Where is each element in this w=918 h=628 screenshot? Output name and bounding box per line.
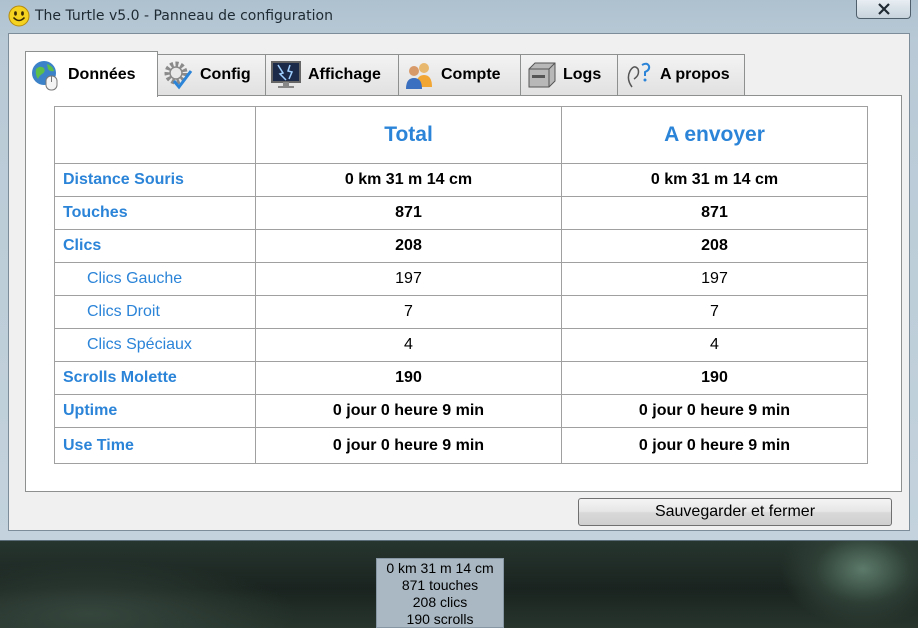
- window-title: The Turtle v5.0 - Panneau de configurati…: [35, 8, 333, 24]
- tab-label: Données: [68, 65, 136, 83]
- value-total: 7: [255, 295, 562, 329]
- table-row: Clics Droit 7 7: [54, 295, 868, 329]
- row-label: Clics Droit: [54, 295, 256, 329]
- close-button[interactable]: [856, 0, 911, 19]
- tab-label: Logs: [563, 66, 602, 83]
- tooltip-scrolls: 190 scrolls: [406, 611, 474, 627]
- tab-label: Compte: [441, 66, 501, 83]
- donnees-panel: Total A envoyer Distance Souris 0 km 31 …: [25, 95, 902, 492]
- value-a-envoyer: 0 km 31 m 14 cm: [561, 163, 868, 197]
- question-icon: [627, 62, 651, 88]
- row-label: Scrolls Molette: [54, 361, 256, 395]
- tab-label: A propos: [660, 66, 730, 83]
- row-label: Clics Spéciaux: [54, 328, 256, 362]
- value-a-envoyer: 0 jour 0 heure 9 min: [561, 394, 868, 428]
- smiley-app-icon: [8, 5, 30, 27]
- tooltip-touches: 871 touches: [401, 577, 479, 593]
- tab-logs[interactable]: Logs: [520, 54, 618, 95]
- row-label: Use Time: [54, 427, 256, 464]
- tab-affichage[interactable]: Affichage: [265, 54, 399, 95]
- monitor-icon: [271, 61, 301, 88]
- row-label: Touches: [54, 196, 256, 230]
- close-icon: [877, 3, 890, 15]
- row-label: Uptime: [54, 394, 256, 428]
- globe-mouse-icon: [32, 60, 58, 90]
- tab-label: Affichage: [308, 66, 381, 83]
- tab-donnees[interactable]: Données: [25, 51, 158, 97]
- value-total: 197: [255, 262, 562, 296]
- tooltip-clics: 208 clics: [412, 594, 468, 610]
- value-total: 0 jour 0 heure 9 min: [255, 394, 562, 428]
- header-a-envoyer: A envoyer: [561, 106, 868, 164]
- drive-icon: [528, 62, 556, 88]
- value-total: 871: [255, 196, 562, 230]
- client-area: Données Config Affichage Compte Logs A p…: [8, 33, 910, 531]
- value-total: 208: [255, 229, 562, 263]
- config-window: The Turtle v5.0 - Panneau de configurati…: [0, 0, 918, 541]
- value-a-envoyer: 7: [561, 295, 868, 329]
- table-row: Scrolls Molette 190 190: [54, 361, 868, 395]
- tab-a-propos[interactable]: A propos: [617, 54, 745, 95]
- value-a-envoyer: 197: [561, 262, 868, 296]
- table-row: Distance Souris 0 km 31 m 14 cm 0 km 31 …: [54, 163, 868, 197]
- users-icon: [406, 63, 432, 89]
- row-label: Clics Gauche: [54, 262, 256, 296]
- tray-tooltip: 0 km 31 m 14 cm 871 touches 208 clics 19…: [376, 558, 504, 628]
- tab-config[interactable]: Config: [157, 54, 266, 95]
- value-total: 0 km 31 m 14 cm: [255, 163, 562, 197]
- value-a-envoyer: 4: [561, 328, 868, 362]
- table-row: Clics Gauche 197 197: [54, 262, 868, 296]
- table-row: Touches 871 871: [54, 196, 868, 230]
- table-row: Use Time 0 jour 0 heure 9 min 0 jour 0 h…: [54, 427, 868, 464]
- tab-label: Config: [200, 66, 251, 83]
- value-total: 190: [255, 361, 562, 395]
- tooltip-distance: 0 km 31 m 14 cm: [386, 560, 494, 576]
- save-and-close-button[interactable]: Sauvegarder et fermer: [578, 498, 892, 526]
- table-row: Clics Spéciaux 4 4: [54, 328, 868, 362]
- table-header-row: Total A envoyer: [54, 106, 868, 164]
- tab-compte[interactable]: Compte: [398, 54, 521, 95]
- desktop-background-foliage: [0, 560, 300, 628]
- row-label: Clics: [54, 229, 256, 263]
- table-row: Clics 208 208: [54, 229, 868, 263]
- stats-table: Total A envoyer Distance Souris 0 km 31 …: [54, 106, 868, 464]
- value-a-envoyer: 208: [561, 229, 868, 263]
- header-total: Total: [255, 106, 562, 164]
- value-total: 0 jour 0 heure 9 min: [255, 427, 562, 464]
- gear-check-icon: [164, 61, 193, 90]
- value-a-envoyer: 190: [561, 361, 868, 395]
- value-a-envoyer: 871: [561, 196, 868, 230]
- value-total: 4: [255, 328, 562, 362]
- row-label: Distance Souris: [54, 163, 256, 197]
- header-empty-cell: [54, 106, 256, 164]
- value-a-envoyer: 0 jour 0 heure 9 min: [561, 427, 868, 464]
- desktop-background-glow: [780, 530, 918, 628]
- table-row: Uptime 0 jour 0 heure 9 min 0 jour 0 heu…: [54, 394, 868, 428]
